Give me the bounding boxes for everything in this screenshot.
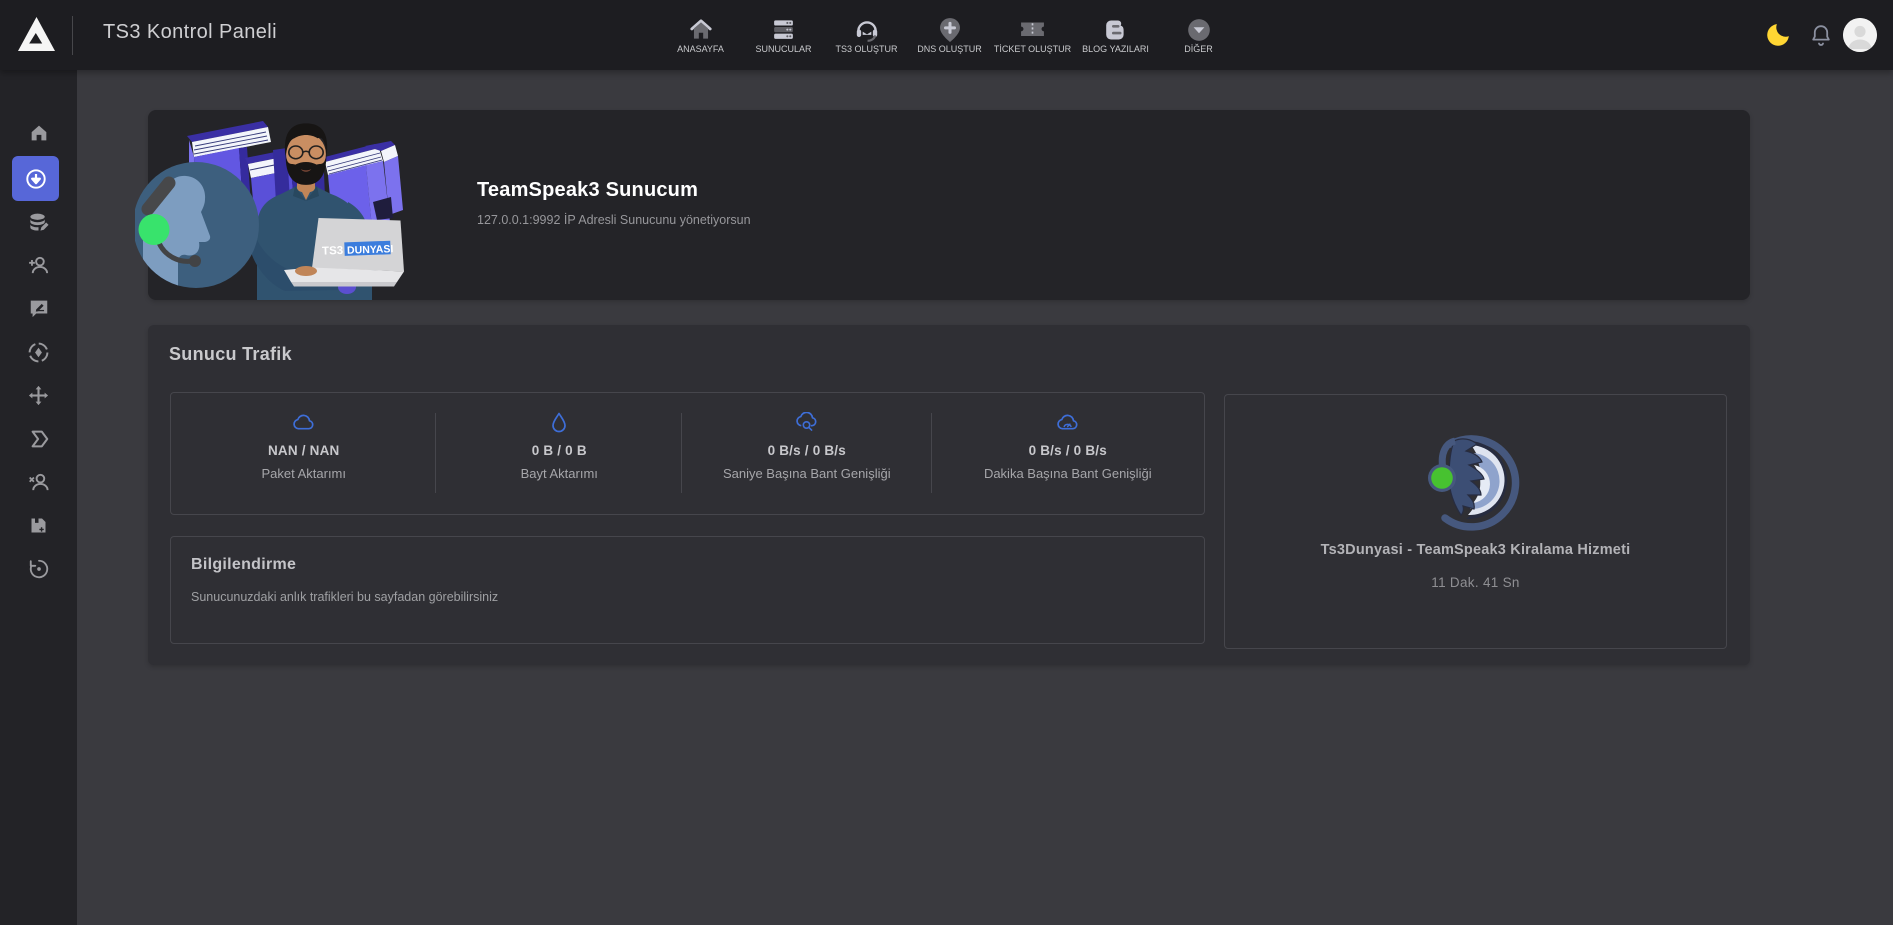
svg-text:DUNYASI: DUNYASI xyxy=(347,243,394,257)
svg-text:TS3: TS3 xyxy=(322,245,343,258)
